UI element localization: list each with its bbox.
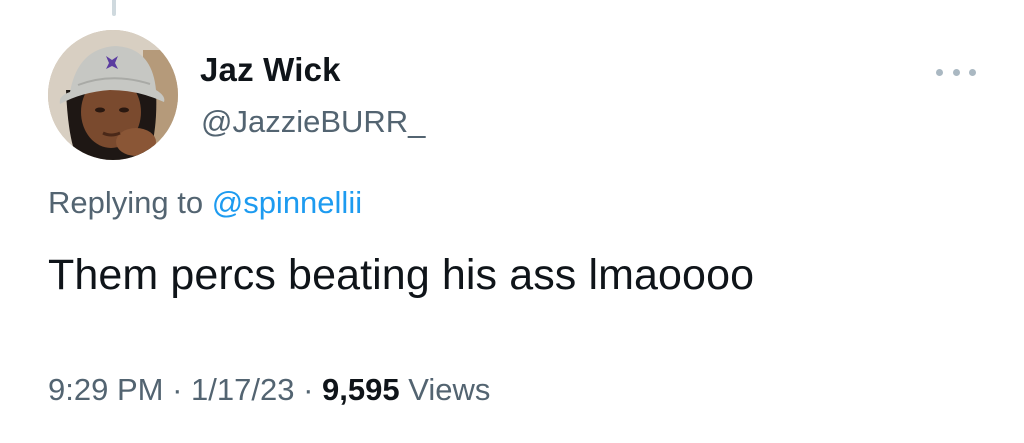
tweet-text: Them percs beating his ass lmaoooo xyxy=(48,251,755,299)
tweet-date[interactable]: 1/17/23 xyxy=(191,372,294,407)
thread-connector-line xyxy=(112,0,116,16)
author-display-name[interactable]: Jaz Wick xyxy=(200,50,341,90)
meta-separator: · xyxy=(303,372,314,407)
dot-icon xyxy=(952,68,960,76)
dot-icon xyxy=(969,68,976,76)
meta-separator: · xyxy=(172,372,183,407)
dot-icon xyxy=(936,68,943,76)
reply-context: Replying to @spinnellii xyxy=(48,184,362,222)
views-count: 9,595 xyxy=(322,372,400,407)
reply-prefix: Replying to xyxy=(48,185,204,220)
tweet-time[interactable]: 9:29 PM xyxy=(48,372,163,407)
reply-mention-link[interactable]: @spinnellii xyxy=(212,185,362,220)
views-label: Views xyxy=(408,372,491,407)
avatar[interactable] xyxy=(48,30,178,160)
author-handle[interactable]: @JazzieBURR_ xyxy=(201,103,425,141)
tweet-metadata: 9:29 PM · 1/17/23 · 9,595 Views xyxy=(48,371,490,409)
more-horizontal-icon[interactable] xyxy=(936,60,976,84)
avatar-photo xyxy=(48,30,178,160)
